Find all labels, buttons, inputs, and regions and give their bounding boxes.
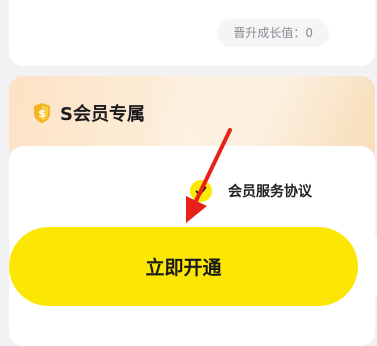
growth-value-badge: 晋升成长值：0 bbox=[217, 19, 329, 47]
shield-s-icon: $ bbox=[34, 103, 50, 123]
svip-header: $ S会员专属 bbox=[32, 100, 145, 126]
check-icon[interactable] bbox=[190, 180, 212, 202]
agreement-row[interactable]: 会员服务协议 bbox=[190, 180, 312, 202]
adjacent-card-edge bbox=[372, 235, 377, 297]
previous-card: 晋升成长值：0 bbox=[9, 0, 375, 66]
open-now-button[interactable]: 立即开通 bbox=[9, 227, 358, 306]
agreement-link[interactable]: 会员服务协议 bbox=[228, 181, 312, 201]
svip-title: S会员专属 bbox=[60, 104, 145, 125]
svg-text:$: $ bbox=[38, 107, 46, 120]
